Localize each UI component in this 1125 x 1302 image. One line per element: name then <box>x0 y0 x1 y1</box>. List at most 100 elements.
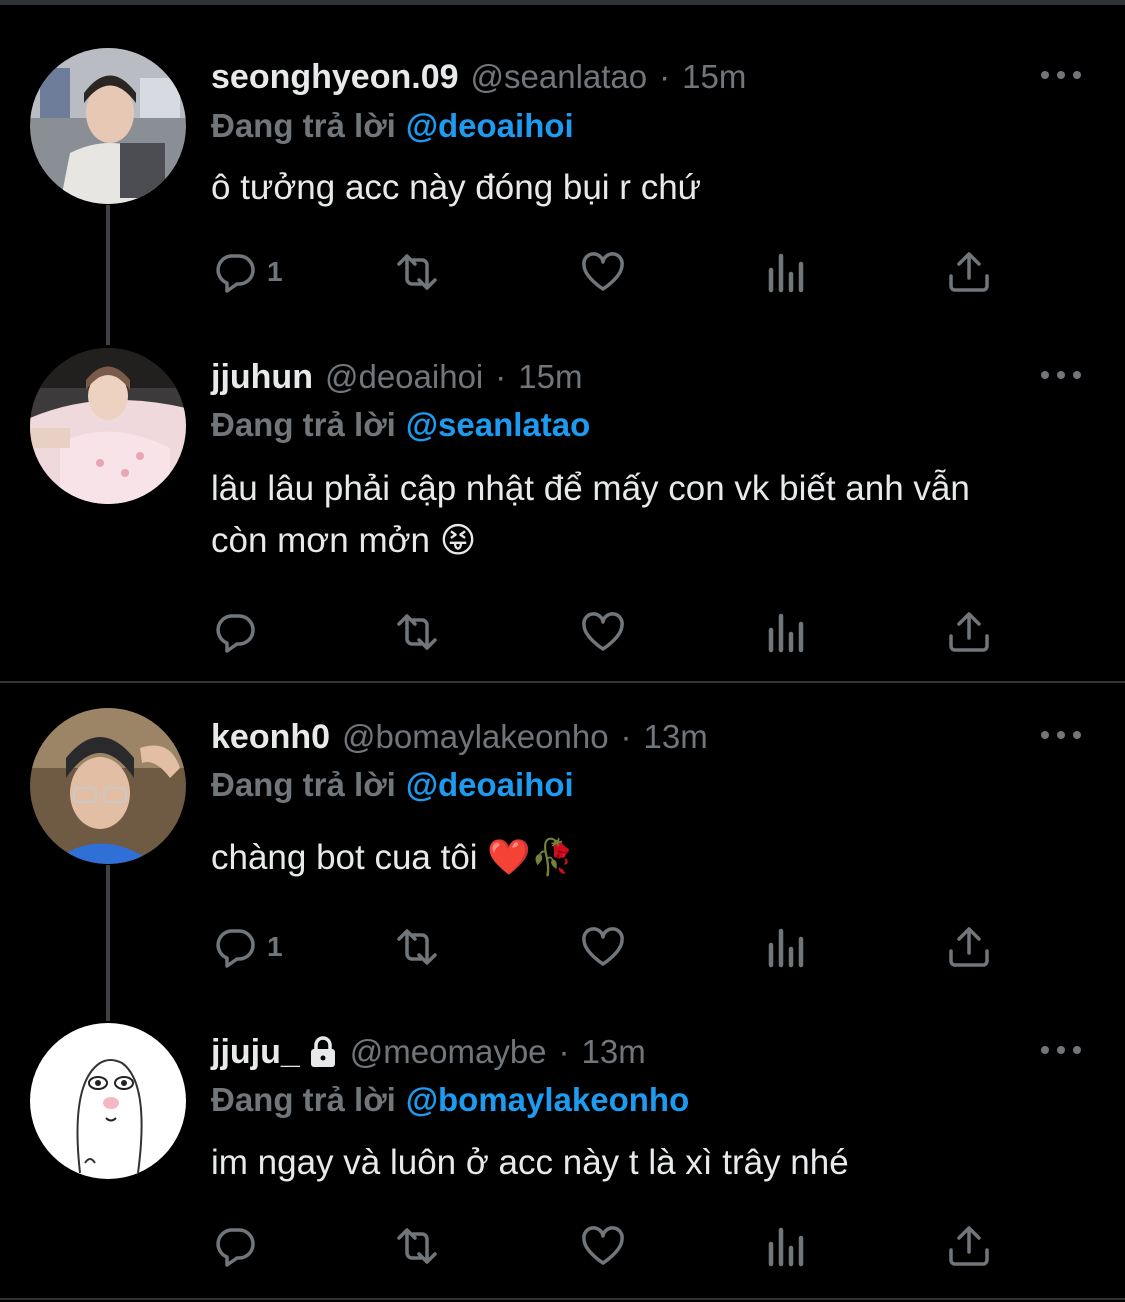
user-handle[interactable]: @deoaihoi <box>325 358 483 396</box>
more-icon[interactable] <box>1041 68 1081 82</box>
more-icon[interactable] <box>1041 368 1081 382</box>
tweet-text: lâu lâu phải cập nhật để mấy con vk biết… <box>211 463 1031 567</box>
share-icon <box>949 927 989 967</box>
avatar[interactable] <box>30 708 186 864</box>
action-bar: 1 <box>211 923 1011 971</box>
share-button[interactable] <box>945 608 993 656</box>
display-name[interactable]: jjuju_ <box>211 1033 300 1072</box>
reply-icon <box>216 614 255 653</box>
share-icon <box>949 1226 989 1266</box>
analytics-icon <box>768 253 804 293</box>
reply-icon <box>216 254 255 293</box>
tweet-text: im ngay và luôn ở acc này t là xì trây n… <box>211 1137 1091 1189</box>
separator-dot: · <box>620 718 632 755</box>
mention-link[interactable]: @seanlatao <box>406 406 590 444</box>
tweet-text-content: lâu lâu phải cập nhật để mấy con vk biết… <box>211 469 970 560</box>
reply-button[interactable]: 1 <box>211 248 283 296</box>
thread-connector <box>106 205 110 345</box>
display-name[interactable]: jjuhun <box>211 358 313 397</box>
retweet-button[interactable] <box>393 923 441 971</box>
like-button[interactable] <box>579 608 627 656</box>
reply-icon <box>216 1228 255 1267</box>
analytics-button[interactable] <box>763 248 811 296</box>
tweet-header: seonghyeon.09 @seanlatao · 15m <box>211 52 746 102</box>
timestamp[interactable]: 13m <box>644 718 708 756</box>
like-button[interactable] <box>579 923 627 971</box>
analytics-icon <box>768 1227 804 1267</box>
tweet-text-content: chàng bot cua tôi <box>211 838 478 877</box>
share-button[interactable] <box>945 923 993 971</box>
replying-to: Đang trả lời @deoaihoi <box>211 104 574 148</box>
user-handle[interactable]: @meomaybe <box>350 1033 547 1071</box>
reply-button[interactable] <box>211 1222 267 1270</box>
replying-to: Đang trả lời @seanlatao <box>211 403 590 447</box>
tongue-emoji: 😝 <box>439 521 477 560</box>
separator-dot: · <box>495 358 507 395</box>
action-bar: 1 <box>211 248 1011 296</box>
lock-icon <box>310 1036 335 1067</box>
heart-icon <box>582 927 624 966</box>
tweet-header: keonh0 @bomaylakeonho · 13m <box>211 712 708 762</box>
retweet-icon <box>397 614 437 650</box>
avatar[interactable] <box>30 48 186 204</box>
reply-count: 1 <box>267 256 283 287</box>
replying-label: Đang trả lời <box>211 406 396 443</box>
action-bar <box>211 1222 1011 1270</box>
reply-button[interactable] <box>211 608 267 656</box>
action-bar <box>211 608 1011 656</box>
thread-connector <box>106 865 110 1021</box>
reply-button[interactable]: 1 <box>211 923 283 971</box>
top-divider <box>0 0 1125 5</box>
mention-link[interactable]: @deoaihoi <box>406 766 574 804</box>
replying-to: Đang trả lời @deoaihoi <box>211 763 574 807</box>
thread-divider <box>0 681 1125 683</box>
reply-icon <box>216 929 255 968</box>
tweet-text: chàng bot cua tôi ❤️🥀 <box>211 832 1091 884</box>
separator-dot: · <box>659 58 671 95</box>
display-name[interactable]: keonh0 <box>211 718 330 757</box>
timestamp[interactable]: 15m <box>518 358 582 396</box>
retweet-button[interactable] <box>393 608 441 656</box>
display-name[interactable]: seonghyeon.09 <box>211 58 459 97</box>
like-button[interactable] <box>579 248 627 296</box>
timestamp[interactable]: 15m <box>682 58 746 96</box>
share-button[interactable] <box>945 248 993 296</box>
retweet-icon <box>397 1228 437 1264</box>
user-handle[interactable]: @seanlatao <box>471 58 648 96</box>
share-icon <box>949 612 989 652</box>
like-button[interactable] <box>579 1222 627 1270</box>
analytics-button[interactable] <box>763 923 811 971</box>
retweet-button[interactable] <box>393 248 441 296</box>
tweet-text-content: im ngay và luôn ở acc này t là xì trây n… <box>211 1143 849 1182</box>
analytics-button[interactable] <box>763 1222 811 1270</box>
replying-label: Đang trả lời <box>211 766 396 803</box>
retweet-icon <box>397 929 437 965</box>
heart-icon <box>582 1226 624 1265</box>
analytics-icon <box>768 928 804 968</box>
share-icon <box>949 252 989 292</box>
retweet-button[interactable] <box>393 1222 441 1270</box>
retweet-icon <box>397 254 437 290</box>
timestamp[interactable]: 13m <box>582 1033 646 1071</box>
replying-to: Đang trả lời @bomaylakeonho <box>211 1078 689 1122</box>
separator-dot: · <box>558 1033 570 1070</box>
tweet-header: jjuju_ @meomaybe · 13m <box>211 1027 646 1077</box>
replying-label: Đang trả lời <box>211 1081 396 1118</box>
avatar[interactable] <box>30 1023 186 1179</box>
user-handle[interactable]: @bomaylakeonho <box>342 718 609 756</box>
replying-label: Đang trả lời <box>211 107 396 144</box>
heart-rose-emoji: ❤️🥀 <box>487 838 575 877</box>
mention-link[interactable]: @deoaihoi <box>406 107 574 145</box>
reply-count: 1 <box>267 931 283 962</box>
more-icon[interactable] <box>1041 1043 1081 1057</box>
tweet-header: jjuhun @deoaihoi · 15m <box>211 352 582 402</box>
bottom-divider <box>0 1298 1125 1300</box>
analytics-icon <box>768 613 804 653</box>
tweet-text: ô tưởng acc này đóng bụi r chứ <box>211 162 1091 214</box>
share-button[interactable] <box>945 1222 993 1270</box>
analytics-button[interactable] <box>763 608 811 656</box>
more-icon[interactable] <box>1041 728 1081 742</box>
mention-link[interactable]: @bomaylakeonho <box>406 1081 689 1119</box>
avatar[interactable] <box>30 348 186 504</box>
heart-icon <box>582 252 624 291</box>
